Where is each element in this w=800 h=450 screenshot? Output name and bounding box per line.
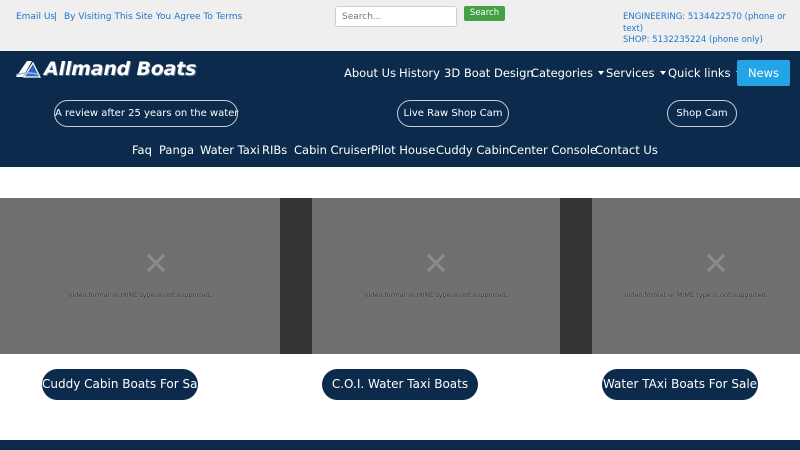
nav-categories-label: Categories <box>531 66 593 80</box>
video-player-coi[interactable]: Video format or MIME type is not support… <box>312 198 560 354</box>
video-error-x-icon <box>706 253 726 273</box>
video-unsupported-message: Video format or MIME type is not support… <box>68 291 212 299</box>
video-error-x-icon <box>426 253 446 273</box>
category-center-console[interactable]: Center Console <box>509 143 597 157</box>
search-input[interactable] <box>335 6 457 27</box>
nav-categories-dropdown[interactable]: Categories <box>531 66 604 80</box>
main-navbar: Allmand Boats About Us History 3D Boat D… <box>0 51 800 167</box>
caret-down-icon <box>659 71 666 75</box>
nav-history[interactable]: History <box>399 66 440 80</box>
category-water-taxi[interactable]: Water Taxi <box>200 143 260 157</box>
contact-info: ENGINEERING: 5134422570 (phone or text) … <box>623 12 793 47</box>
footer-strip <box>0 440 800 450</box>
nav-about-us[interactable]: About Us <box>344 66 396 80</box>
video-player-cuddy[interactable]: Video format or MIME type is not support… <box>0 198 280 354</box>
nav-quick-links-dropdown[interactable]: Quick links <box>668 66 742 80</box>
nav-services-dropdown[interactable]: Services <box>606 66 666 80</box>
shop-phone[interactable]: SHOP: 5132235224 (phone only) <box>623 35 793 47</box>
water-taxi-for-sale-button[interactable]: Water TAxi Boats For Sale <box>602 369 758 400</box>
email-us-link[interactable]: Email Us <box>16 12 55 22</box>
search-button[interactable]: Search <box>464 6 505 21</box>
category-cabin-cruiser[interactable]: Cabin Cruiser <box>294 143 372 157</box>
shop-cam-pill-button[interactable]: Shop Cam <box>667 100 737 127</box>
cuddy-cabin-for-sale-button[interactable]: Cuddy Cabin Boats For Sale <box>42 369 208 400</box>
category-faq[interactable]: Faq <box>132 143 152 157</box>
video-unsupported-message: Video format or MIME type is not support… <box>364 291 508 299</box>
category-cuddy-cabin[interactable]: Cuddy Cabin <box>436 143 509 157</box>
news-button[interactable]: News <box>737 60 790 86</box>
video-divider <box>560 198 592 354</box>
terms-link[interactable]: By Visiting This Site You Agree To Terms <box>64 12 242 22</box>
category-pilot-house[interactable]: Pilot House <box>371 143 435 157</box>
caret-down-icon <box>598 71 604 75</box>
brand-logo[interactable]: Allmand Boats <box>15 57 196 81</box>
video-player-water-taxi[interactable]: Video format or MIME type is not support… <box>592 198 800 354</box>
review-pill-button[interactable]: A review after 25 years on the water <box>54 100 238 127</box>
top-link-separator: | <box>54 12 58 22</box>
live-shop-cam-pill-button[interactable]: Live Raw Shop Cam <box>397 100 509 127</box>
nav-services-label: Services <box>606 66 655 80</box>
coi-water-taxi-button[interactable]: C.O.I. Water Taxi Boats <box>322 369 478 400</box>
brand-name: Allmand Boats <box>44 58 197 80</box>
category-ribs[interactable]: RIBs <box>262 143 287 157</box>
boat-logo-icon <box>15 61 41 78</box>
top-bar: Email Us | By Visiting This Site You Agr… <box>0 0 800 51</box>
engineering-phone[interactable]: ENGINEERING: 5134422570 (phone or text) <box>623 12 793 35</box>
video-error-x-icon <box>146 253 166 273</box>
video-divider <box>280 198 312 354</box>
nav-quick-links-label: Quick links <box>668 66 731 80</box>
video-unsupported-message: Video format or MIME type is not support… <box>624 291 768 299</box>
category-panga[interactable]: Panga <box>159 143 194 157</box>
nav-3d-boat-design[interactable]: 3D Boat Design <box>444 66 534 80</box>
category-contact-us[interactable]: Contact Us <box>595 143 658 157</box>
